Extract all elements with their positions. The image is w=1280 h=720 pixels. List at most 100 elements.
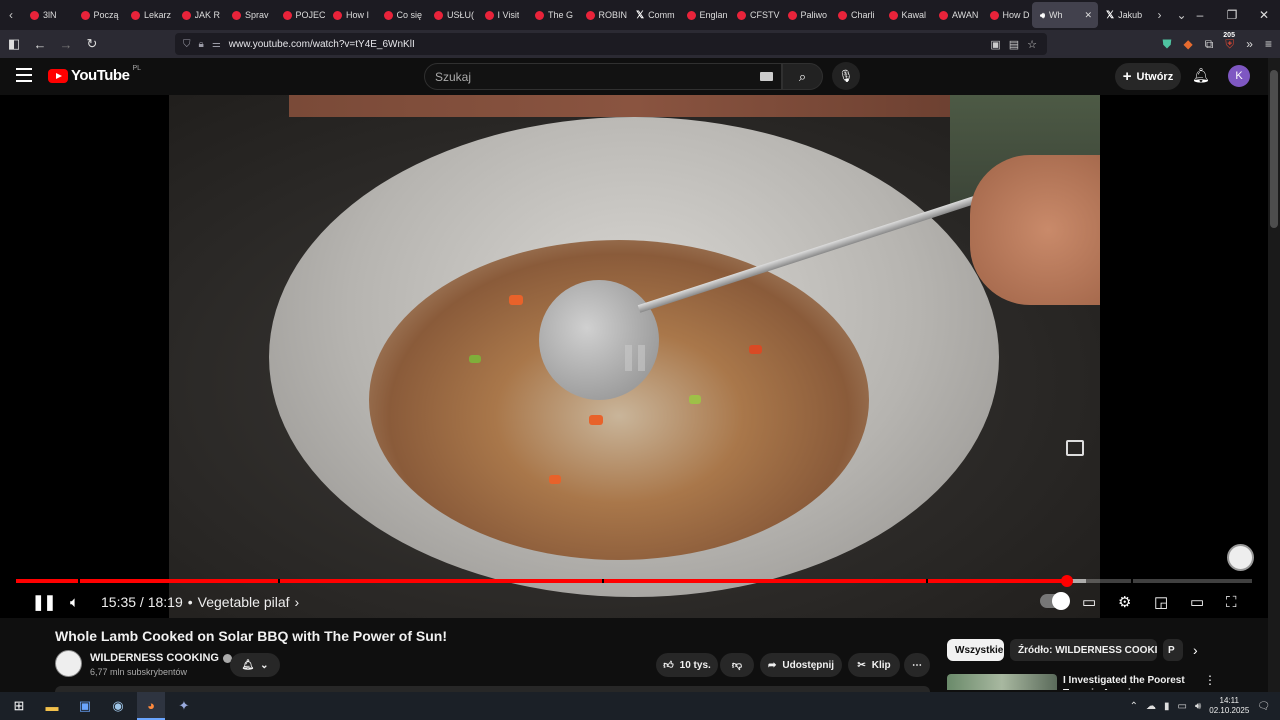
subtitles-button[interactable]: ▭ — [1082, 592, 1096, 612]
browser-tab[interactable]: 𝕏 Jakub — [1098, 0, 1149, 30]
firefox-icon[interactable]: ◕ — [137, 692, 165, 720]
browser-tab[interactable]: The G — [527, 0, 578, 30]
browser-tab[interactable]: JAK R — [174, 0, 225, 30]
browser-tab[interactable]: Englan — [679, 0, 730, 30]
reader-view-icon[interactable]: ▤ — [1009, 38, 1019, 51]
voice-search-button[interactable]: 🎙︎ — [832, 62, 860, 90]
browser-tab[interactable]: How D — [982, 0, 1033, 30]
mute-button[interactable]: 🔈︎ — [70, 592, 79, 612]
browser-tab[interactable]: AWAN — [931, 0, 982, 30]
forward-icon[interactable]: → — [54, 32, 78, 56]
browser-tab[interactable]: POJEC — [275, 0, 325, 30]
create-button[interactable]: + Utwórz — [1115, 63, 1181, 90]
tab-scroll-left-icon[interactable]: ‹ — [0, 8, 22, 22]
more-actions-button[interactable]: ⋯ — [904, 653, 930, 677]
share-icon: ➦ — [767, 659, 777, 671]
windows-start-icon[interactable]: ⊞ — [5, 692, 33, 720]
browser-tab[interactable]: How I — [325, 0, 376, 30]
mic-tray-icon[interactable]: ▮ — [1164, 701, 1170, 712]
clock[interactable]: 14:11 02.10.2025 — [1209, 696, 1249, 716]
browser-tab[interactable]: Charli — [830, 0, 881, 30]
close-tab-icon[interactable]: ✕ — [1084, 10, 1092, 21]
pip-icon[interactable]: ▣ — [990, 38, 1000, 51]
chips-next-chevron-icon[interactable]: › — [1193, 642, 1198, 658]
dislike-button[interactable]: 👎︎ — [720, 653, 754, 677]
youtube-icon — [737, 10, 746, 20]
steam-icon[interactable]: ◉ — [104, 692, 132, 720]
chip-partial[interactable]: P — [1163, 639, 1183, 661]
reload-icon[interactable]: ↻ — [80, 32, 104, 56]
ublock-icon[interactable]: ⛨ 205 — [1223, 31, 1235, 52]
like-button[interactable]: 👍︎ 10 tys. — [656, 653, 718, 677]
recommendation-menu-icon[interactable]: ⋮ — [1204, 673, 1216, 687]
theater-mode-button[interactable]: ▭ — [1190, 592, 1204, 612]
chapter-chevron-icon[interactable]: › — [295, 594, 300, 610]
maximize-icon[interactable]: ❐ — [1216, 0, 1248, 30]
share-button[interactable]: ➦ Udostępnij — [760, 653, 842, 677]
keyboard-icon[interactable] — [760, 72, 773, 81]
menu-icon[interactable]: ≡ — [1265, 37, 1272, 51]
chip-source[interactable]: Źródło: WILDERNESS COOKING — [1010, 639, 1157, 661]
bookmark-star-icon[interactable]: ☆ — [1027, 38, 1037, 51]
scrollbar-thumb[interactable] — [1270, 70, 1278, 228]
page-scrollbar[interactable] — [1268, 58, 1280, 692]
clip-button[interactable]: ✂ Klip — [848, 653, 900, 677]
channel-avatar[interactable] — [55, 650, 82, 677]
sidebar-toggle-icon[interactable]: ◧ — [2, 32, 26, 56]
video-player[interactable]: ❚❚ 🔈︎ 15:35 / 18:19 • Vegetable pilaf › … — [0, 95, 1268, 618]
browser-tab[interactable]: Kawal — [881, 0, 932, 30]
browser-tab[interactable]: Paliwo — [780, 0, 831, 30]
back-icon[interactable]: ← — [28, 32, 52, 56]
search-input[interactable]: Szukaj — [424, 63, 782, 90]
volume-tray-icon[interactable]: 🔊︎ — [1195, 701, 1201, 712]
close-window-icon[interactable]: ✕ — [1248, 0, 1280, 30]
network-icon[interactable]: ▭ — [1177, 701, 1186, 712]
cloud-icon[interactable]: ☁ — [1146, 701, 1156, 712]
guide-menu-icon[interactable] — [16, 68, 32, 82]
like-count: 10 tys. — [679, 659, 711, 671]
recommendation-thumbnail[interactable] — [947, 674, 1057, 690]
notifications-icon[interactable]: 🗨︎ — [1257, 701, 1270, 712]
autoplay-toggle[interactable] — [1040, 592, 1070, 610]
recommendation-title[interactable]: I Investigated the Poorest Town in Ameri… — [1063, 674, 1203, 690]
app-icon[interactable]: ✦ — [170, 692, 198, 720]
browser-tab[interactable]: Począ — [73, 0, 124, 30]
browser-tab[interactable]: USŁU( — [426, 0, 477, 30]
browser-tab[interactable]: 3lN — [22, 0, 73, 30]
notifications-bell-icon[interactable]: 🔔︎ — [1192, 67, 1210, 84]
channel-watermark[interactable] — [1227, 544, 1254, 571]
vpn-shield-icon[interactable]: ⛊ — [1162, 37, 1171, 52]
address-bar[interactable]: ⛉ 🔒︎ ⚌ www.youtube.com/watch?v=tY4E_6WnK… — [175, 33, 1047, 55]
youtube-icon — [787, 10, 797, 20]
browser-tab[interactable]: Sprav — [224, 0, 275, 30]
channel-name[interactable]: WILDERNESS COOKING — [90, 652, 232, 664]
chip-all[interactable]: Wszystkie — [947, 639, 1004, 661]
minimize-icon[interactable]: – — [1184, 0, 1216, 30]
browser-tab-bar: ‹ 3lN Począ Lekarz JAK R Sprav POJEC How I Co s… — [0, 0, 1280, 30]
browser-tab[interactable]: 𝕏 Comm — [628, 0, 679, 30]
overflow-chevron-icon[interactable]: » — [1246, 37, 1253, 51]
tray-chevron-icon[interactable]: ⌃ — [1130, 701, 1138, 712]
file-explorer-icon[interactable]: ▬ — [38, 692, 66, 720]
search-button[interactable]: ⌕ — [782, 63, 823, 90]
remote-desktop-icon[interactable]: ▣ — [71, 692, 99, 720]
browser-tab[interactable]: I Visit — [477, 0, 528, 30]
miniplayer-button[interactable]: ◲ — [1154, 592, 1168, 612]
browser-tab[interactable]: 🔊︎ Wh ✕ — [1032, 2, 1098, 28]
browser-tab[interactable]: Lekarz — [123, 0, 174, 30]
chapter-title[interactable]: Vegetable pilaf — [198, 594, 290, 610]
pause-button[interactable]: ❚❚ — [32, 592, 56, 612]
browser-tab[interactable]: CFSTV — [729, 0, 780, 30]
subscription-bell-button[interactable]: 🔔︎ ⌄ — [230, 653, 280, 677]
ambient-expand-icon[interactable] — [1066, 440, 1084, 456]
extension-fox-icon[interactable]: ◆ — [1183, 37, 1192, 51]
browser-tab[interactable]: ROBIN — [578, 0, 629, 30]
account-avatar[interactable]: K — [1228, 65, 1250, 87]
settings-button[interactable]: ⚙4K — [1118, 592, 1131, 612]
tab-scroll-right-icon[interactable]: › — [1149, 8, 1171, 22]
browser-tab[interactable]: Co się — [376, 0, 427, 30]
progress-bar[interactable] — [16, 575, 1252, 587]
youtube-logo[interactable]: YouTube PL — [48, 65, 141, 84]
fullscreen-button[interactable]: ⛶ — [1226, 592, 1237, 612]
extensions-icon[interactable]: ⧉ — [1205, 37, 1214, 52]
